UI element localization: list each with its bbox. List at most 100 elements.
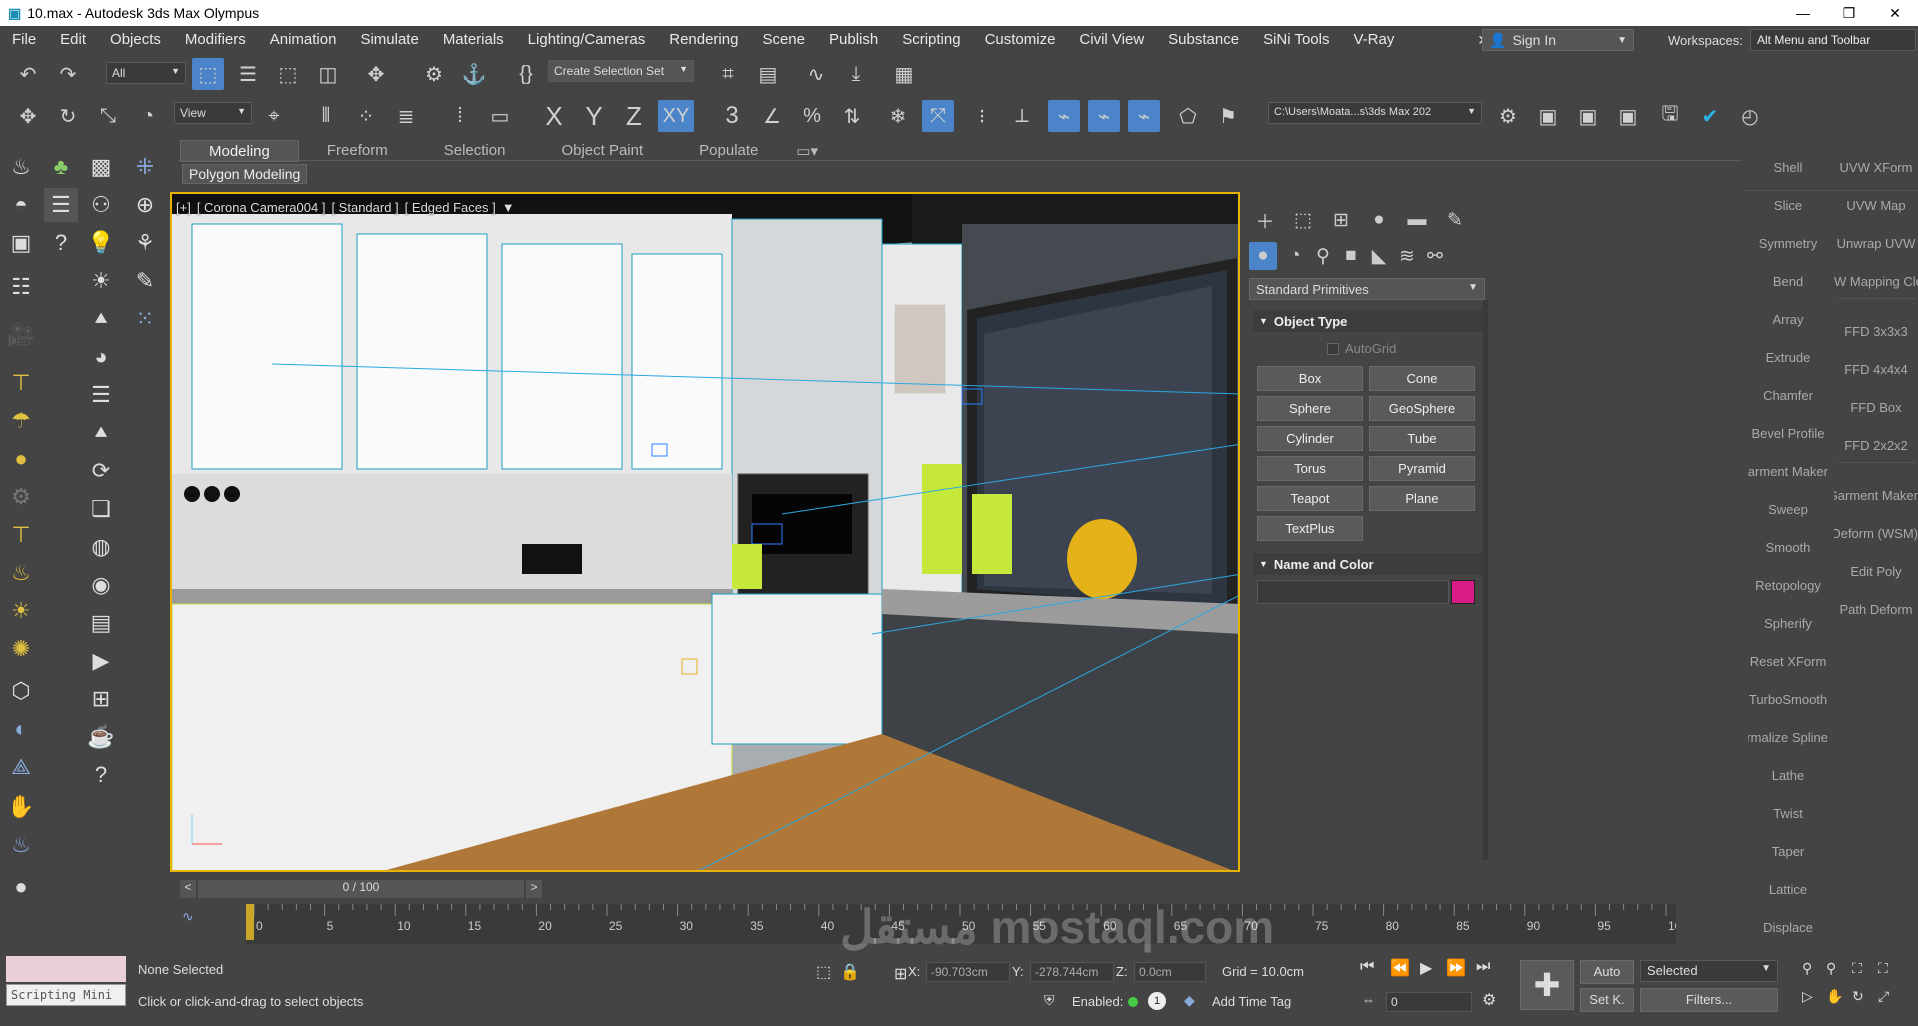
select-by-name-icon[interactable]: ☰ bbox=[232, 58, 264, 90]
save-icon[interactable]: 🖫 bbox=[1654, 100, 1686, 132]
curve-toggle-icon[interactable]: ∿ bbox=[182, 908, 202, 928]
viewport-edges-label[interactable]: [ Edged Faces ] bbox=[405, 200, 496, 215]
globe-icon[interactable]: ◕ bbox=[84, 340, 118, 374]
mod-symmetry[interactable]: Symmetry bbox=[1748, 236, 1828, 251]
sphere-button[interactable]: Sphere bbox=[1257, 396, 1363, 421]
snap-toggle-3-icon[interactable]: ⌁ bbox=[1128, 100, 1160, 132]
starburst-icon[interactable]: ✺ bbox=[4, 632, 38, 666]
material-editor-icon[interactable]: ▦ bbox=[888, 58, 920, 90]
zoom-extents-icon[interactable]: ⛶ bbox=[1852, 960, 1862, 977]
video-camera-icon[interactable]: 🎥 bbox=[4, 318, 38, 352]
sunlight-icon[interactable]: ☀ bbox=[4, 594, 38, 628]
create-selection-set[interactable]: Create Selection Set ▼ bbox=[548, 60, 694, 82]
target-icon[interactable]: ⊕ bbox=[128, 188, 162, 222]
polygon-modeling-panel[interactable]: Polygon Modeling bbox=[182, 164, 308, 184]
auto-key-button[interactable]: Auto bbox=[1580, 960, 1634, 984]
ball-icon[interactable]: ● bbox=[4, 442, 38, 476]
object-name-field[interactable] bbox=[1257, 580, 1449, 604]
menu-civil-view[interactable]: Civil View bbox=[1067, 31, 1156, 48]
tree3-icon[interactable]: ⯅ bbox=[84, 416, 118, 450]
menu-publish[interactable]: Publish bbox=[817, 31, 890, 48]
display-tab-icon[interactable]: ▬ bbox=[1403, 206, 1431, 234]
mod-ffd-2x2x2[interactable]: FFD 2x2x2 bbox=[1834, 438, 1918, 453]
z-coordinate-field[interactable]: 0.0cm bbox=[1134, 962, 1206, 982]
snap-3d-button[interactable]: 3 bbox=[716, 100, 748, 132]
modify-tab-icon[interactable]: ⬚ bbox=[1289, 206, 1317, 234]
fov-icon[interactable]: ▷ bbox=[1802, 988, 1813, 1005]
gear-icon[interactable]: ⚙ bbox=[4, 480, 38, 514]
tab-modeling[interactable]: Modeling bbox=[180, 140, 299, 162]
edit-named-icon[interactable]: ⬠ bbox=[1172, 100, 1204, 132]
viewport-label[interactable]: [+] [ Corona Camera004 ] [ Standard ] [ … bbox=[176, 200, 515, 215]
menu-materials[interactable]: Materials bbox=[431, 31, 516, 48]
quick-align-icon[interactable]: ≣ bbox=[390, 100, 422, 132]
viewport-corona-camera[interactable]: [+] [ Corona Camera004 ] [ Standard ] [ … bbox=[170, 192, 1240, 872]
time-prev-button[interactable]: < bbox=[180, 880, 196, 898]
tab-selection[interactable]: Selection bbox=[416, 140, 534, 162]
mod-ffd-box[interactable]: FFD Box bbox=[1834, 400, 1918, 415]
tree-icon[interactable]: ♣ bbox=[44, 150, 78, 184]
previous-frame-icon[interactable]: ⏪ bbox=[1390, 958, 1410, 978]
viewport-shading-label[interactable]: [ Standard ] bbox=[331, 200, 398, 215]
grid-dots-icon[interactable]: ⁙ bbox=[128, 302, 162, 336]
rotate-icon[interactable]: ↻ bbox=[52, 100, 84, 132]
mod-reset-xform[interactable]: Reset XForm bbox=[1748, 654, 1828, 669]
lights-icon[interactable]: ⚲ bbox=[1309, 242, 1337, 270]
plane-button[interactable]: Plane bbox=[1369, 486, 1475, 511]
mod-garment-maker-2[interactable]: Garment Maker bbox=[1834, 488, 1918, 503]
time-cursor[interactable] bbox=[246, 904, 254, 940]
menu-customize[interactable]: Customize bbox=[973, 31, 1068, 48]
bulb-icon[interactable]: 💡 bbox=[84, 226, 118, 260]
zoom-icon[interactable]: ⚲ bbox=[1802, 960, 1812, 977]
palette-icon[interactable]: ◍ bbox=[84, 530, 118, 564]
triangle-icon[interactable]: ⟁ bbox=[4, 750, 38, 784]
panel-icon[interactable]: ▤ bbox=[84, 606, 118, 640]
mod-lathe[interactable]: Lathe bbox=[1748, 768, 1828, 783]
systems-icon[interactable]: ⚯ bbox=[1421, 242, 1449, 270]
mod-turbosmooth[interactable]: TurboSmooth bbox=[1748, 692, 1828, 707]
array-grid-icon[interactable]: ⁝ bbox=[966, 100, 998, 132]
mod-spherify[interactable]: Spherify bbox=[1748, 616, 1828, 631]
filter-icon[interactable]: ▼ bbox=[502, 200, 515, 215]
close-button[interactable]: ✕ bbox=[1872, 0, 1918, 26]
crop-icon[interactable]: ⌗ bbox=[712, 58, 744, 90]
menu-scripting[interactable]: Scripting bbox=[890, 31, 972, 48]
freeze-icon[interactable]: ❄ bbox=[882, 100, 914, 132]
window-crossing-icon[interactable]: ◫ bbox=[312, 58, 344, 90]
pan-icon[interactable]: ✋ bbox=[1826, 988, 1843, 1005]
mod-unwrap-uvw[interactable]: Unwrap UVW bbox=[1834, 236, 1918, 251]
render-production-icon[interactable]: ▣ bbox=[1572, 100, 1604, 132]
mod-twist[interactable]: Twist bbox=[1748, 806, 1828, 821]
orbit-icon[interactable]: ↻ bbox=[1852, 988, 1864, 1005]
mod-slice[interactable]: Slice bbox=[1748, 198, 1828, 213]
zoom-extents-all-icon[interactable]: ⛶ bbox=[1878, 960, 1888, 977]
spot-light-icon[interactable]: ⊤ bbox=[4, 366, 38, 400]
menu-objects[interactable]: Objects bbox=[98, 31, 173, 48]
menu-sini-tools[interactable]: SiNi Tools bbox=[1251, 31, 1341, 48]
mod-ffd-4x4x4[interactable]: FFD 4x4x4 bbox=[1834, 362, 1918, 377]
mod-normalize-spline[interactable]: Normalize Spline bbox=[1748, 730, 1828, 745]
mod-edit-poly[interactable]: Edit Poly bbox=[1834, 564, 1918, 579]
track-bar[interactable]: 0 5 10 15 20 25 30 35 40 45 50 55 60 65 70 75 80 85 90 95 10… bbox=[246, 904, 1688, 944]
time-config-icon[interactable]: ⚙ bbox=[1482, 990, 1496, 1010]
mod-sweep[interactable]: Sweep bbox=[1748, 502, 1828, 517]
select-manipulate-icon[interactable]: ⚙ bbox=[418, 58, 450, 90]
enabled-badge[interactable]: 1 bbox=[1148, 992, 1166, 1010]
mirror-icon[interactable]: ⫴ bbox=[310, 100, 342, 132]
selection-filter-select[interactable]: All ▼ bbox=[106, 62, 186, 84]
menu-modifiers[interactable]: Modifiers bbox=[173, 31, 258, 48]
teapot-button[interactable]: Teapot bbox=[1257, 486, 1363, 511]
fire-icon[interactable]: ♨ bbox=[4, 828, 38, 862]
key-filters-button[interactable]: Filters... bbox=[1640, 988, 1778, 1012]
mod-ffd-3x3x3[interactable]: FFD 3x3x3 bbox=[1834, 324, 1918, 339]
dots-icon[interactable]: ⁜ bbox=[128, 150, 162, 184]
mod-displace[interactable]: Displace bbox=[1748, 920, 1828, 935]
autogrid-checkbox[interactable]: AutoGrid bbox=[1327, 341, 1396, 356]
select-object-icon[interactable]: ⬚ bbox=[192, 58, 224, 90]
set-key-mode-button[interactable]: Set K. bbox=[1580, 988, 1634, 1012]
textplus-button[interactable]: TextPlus bbox=[1257, 516, 1363, 541]
place-icon[interactable]: ◔ bbox=[132, 100, 164, 132]
list2-icon[interactable]: ☰ bbox=[84, 378, 118, 412]
spacewarps-icon[interactable]: ≋ bbox=[1393, 242, 1421, 270]
reference-coordinate-select[interactable]: View ▼ bbox=[174, 102, 252, 124]
